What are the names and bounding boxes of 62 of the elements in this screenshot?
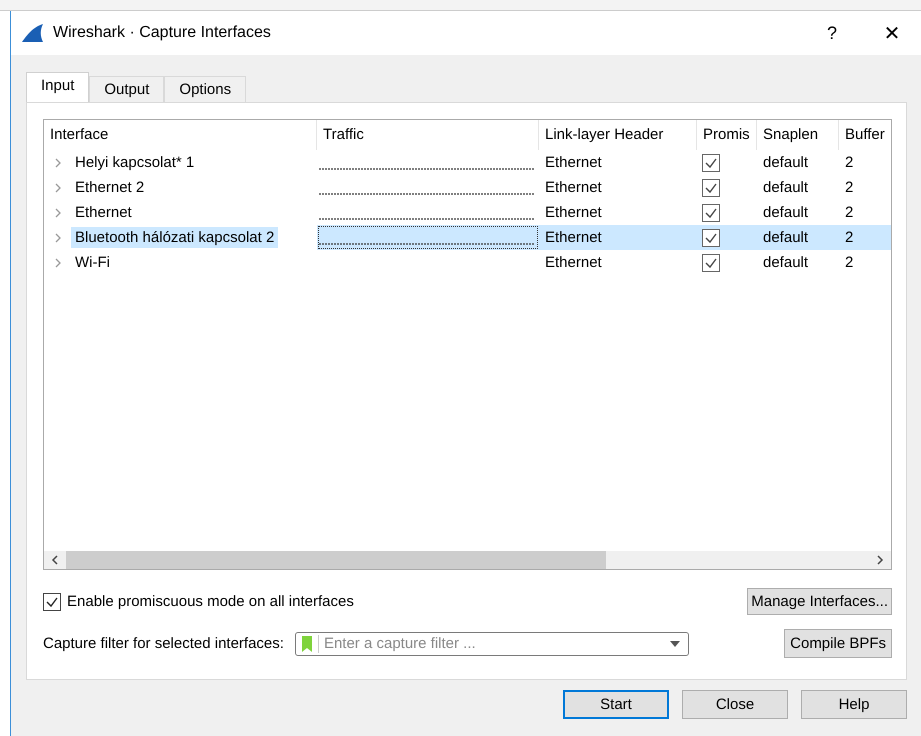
chevron-icon[interactable] — [54, 182, 62, 194]
chevron-icon[interactable] — [54, 256, 62, 268]
table-row[interactable]: Ethernet Ethernet default 2 — [44, 200, 891, 225]
table-row[interactable]: Helyi kapcsolat* 1 Ethernet default 2 — [44, 150, 891, 175]
chevron-icon[interactable] — [54, 232, 62, 244]
checkbox[interactable] — [702, 154, 720, 172]
table-cell: 2 — [845, 254, 854, 271]
dialog-button[interactable]: Help — [801, 690, 907, 719]
checkbox[interactable] — [702, 178, 720, 196]
table-cell-text: Helyi kapcsolat* 1 — [74, 153, 196, 173]
window-title: Wireshark · Capture Interfaces — [53, 24, 272, 42]
checkbox[interactable] — [702, 228, 720, 246]
manage-interfaces-button[interactable]: Manage Interfaces... — [747, 588, 892, 615]
table-cell-text: Ethernet — [74, 203, 133, 223]
table-cell: 2 — [845, 204, 854, 221]
dialog-button[interactable]: Close — [682, 690, 788, 719]
chevron-icon[interactable] — [54, 206, 62, 218]
checkbox-label: Enable promiscuous mode on all interfaces — [67, 593, 354, 610]
table-cell: Ethernet — [545, 229, 602, 246]
help-button[interactable]: ? — [807, 22, 857, 44]
dialog-button[interactable]: Start — [563, 690, 669, 719]
column-header[interactable]: Traffic — [317, 120, 539, 150]
close-button[interactable]: ✕ — [867, 20, 917, 46]
horizontal-scrollbar[interactable] — [44, 551, 891, 569]
tab[interactable]: Options — [164, 76, 246, 102]
table-cell: Ethernet — [545, 179, 602, 196]
column-header[interactable]: Snaplen — [757, 120, 839, 150]
capture-filter-field[interactable]: Enter a capture filter ... — [318, 634, 670, 653]
scroll-left-icon[interactable] — [50, 554, 60, 566]
column-header[interactable]: Link-layer Header — [539, 120, 697, 150]
filter-label: Capture filter for selected interfaces: — [43, 635, 284, 652]
chevron-icon[interactable] — [54, 156, 62, 168]
table-cell: 2 — [845, 229, 854, 246]
fin-icon — [21, 23, 45, 43]
table-cell: 2 — [845, 179, 854, 196]
table-cell: default — [763, 229, 808, 246]
tab[interactable]: Output — [89, 76, 164, 102]
table-cell: default — [763, 179, 808, 196]
checkbox[interactable] — [702, 254, 720, 272]
table-cell: Bluetooth hálózati kapcsolat 2 — [71, 227, 278, 248]
scroll-right-icon[interactable] — [875, 554, 885, 566]
table-cell: 2 — [845, 154, 854, 171]
column-header[interactable]: Buffer — [839, 120, 891, 150]
table-row[interactable]: Wi-Fi Ethernet default 2 — [44, 250, 891, 275]
table-row[interactable]: Bluetooth hálózati kapcsolat 2 Ethernet default 2 — [44, 225, 891, 250]
table-cell: Ethernet — [545, 254, 602, 271]
column-header[interactable]: Interface — [44, 120, 317, 150]
checkbox[interactable] — [43, 592, 61, 610]
column-header[interactable]: Promis — [697, 120, 757, 150]
compile-bpfs-button[interactable]: Compile BPFs — [784, 629, 892, 658]
table-cell: default — [763, 254, 808, 271]
table-cell: default — [763, 154, 808, 171]
table-row[interactable]: Ethernet 2 Ethernet default 2 — [44, 175, 891, 200]
tab[interactable]: Input — [26, 72, 90, 102]
table-cell: Ethernet — [545, 204, 602, 221]
table-cell: default — [763, 204, 808, 221]
filter-combobox[interactable]: Enter a capture filter ... — [294, 632, 689, 656]
dropdown-arrow-icon[interactable] — [670, 640, 680, 646]
table-cell-text: Wi-Fi — [74, 253, 111, 273]
table-cell-text: Ethernet 2 — [74, 178, 146, 198]
table-cell: Ethernet — [545, 154, 602, 171]
checkbox[interactable] — [702, 204, 720, 222]
